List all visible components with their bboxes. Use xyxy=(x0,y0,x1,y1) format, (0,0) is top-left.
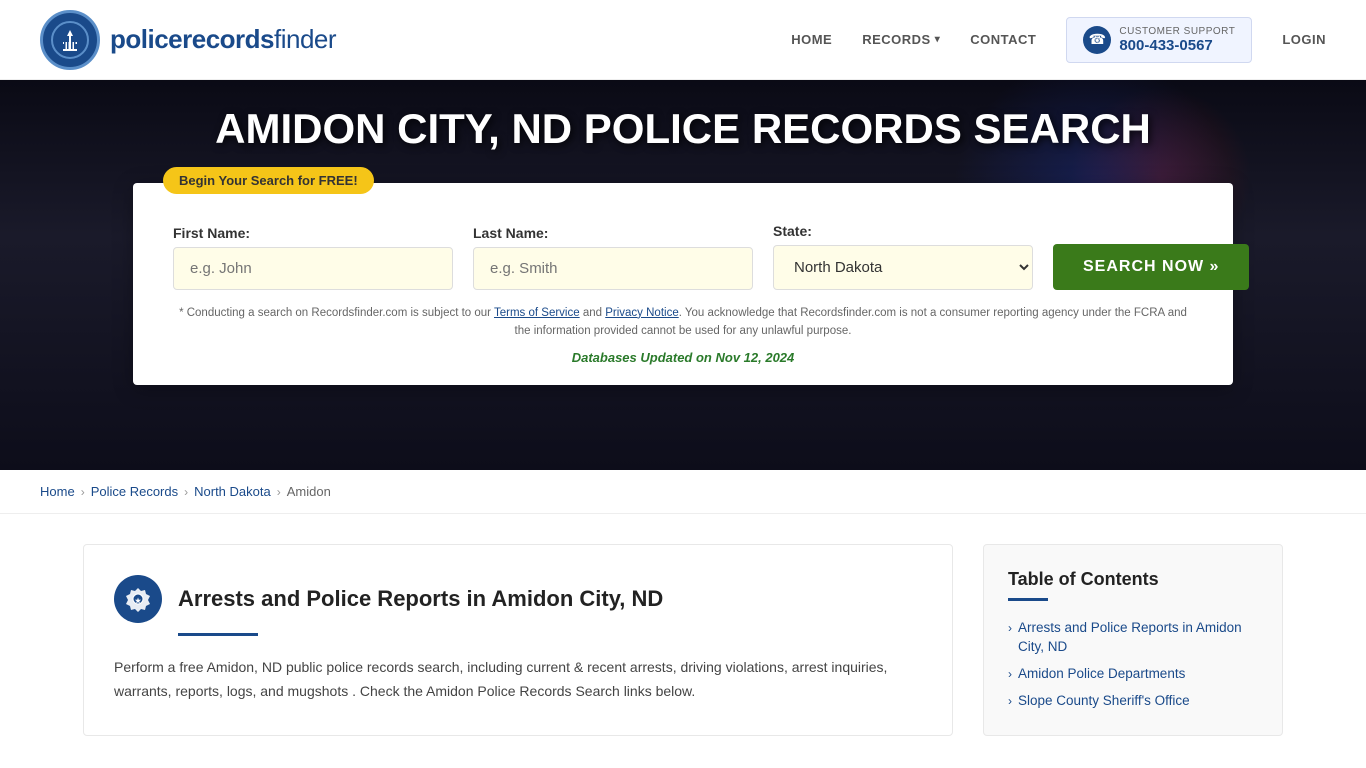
logo-icon xyxy=(40,10,100,70)
article-underline xyxy=(178,633,258,636)
chevron-down-icon: ▾ xyxy=(935,34,941,45)
cs-phone: 800-433-0567 xyxy=(1119,37,1235,54)
toc-item: › Amidon Police Departments xyxy=(1008,665,1258,684)
search-disclaimer: * Conducting a search on Recordsfinder.c… xyxy=(173,304,1193,341)
customer-support-box: ☎ CUSTOMER SUPPORT 800-433-0567 xyxy=(1066,17,1252,63)
article-title: Arrests and Police Reports in Amidon Cit… xyxy=(178,586,663,612)
search-button[interactable]: SEARCH NOW » xyxy=(1053,244,1249,290)
state-group: State: AlabamaAlaskaArizonaArkansasCalif… xyxy=(773,223,1033,290)
last-name-label: Last Name: xyxy=(473,225,753,241)
nav-contact[interactable]: CONTACT xyxy=(970,32,1036,47)
hero-section: AMIDON CITY, ND POLICE RECORDS SEARCH Be… xyxy=(0,80,1366,470)
nav-records[interactable]: RECORDS ▾ xyxy=(862,32,940,47)
breadcrumb-home[interactable]: Home xyxy=(40,484,75,499)
state-select[interactable]: AlabamaAlaskaArizonaArkansasCaliforniaCo… xyxy=(773,245,1033,290)
toc-link[interactable]: Arrests and Police Reports in Amidon Cit… xyxy=(1018,619,1258,657)
logo-text: policerecordsfinder xyxy=(110,24,336,55)
customer-support-text: CUSTOMER SUPPORT 800-433-0567 xyxy=(1119,26,1235,54)
content-left: ★ Arrests and Police Reports in Amidon C… xyxy=(83,544,953,736)
first-name-group: First Name: xyxy=(173,225,453,290)
main-content: ★ Arrests and Police Reports in Amidon C… xyxy=(43,514,1323,766)
first-name-input[interactable] xyxy=(173,247,453,290)
toc-link[interactable]: Amidon Police Departments xyxy=(1018,665,1185,684)
breadcrumb-north-dakota[interactable]: North Dakota xyxy=(194,484,271,499)
cs-label: CUSTOMER SUPPORT xyxy=(1119,26,1235,37)
tos-link[interactable]: Terms of Service xyxy=(494,307,580,319)
breadcrumb-police-records[interactable]: Police Records xyxy=(91,484,178,499)
nav-login[interactable]: LOGIN xyxy=(1282,32,1326,47)
breadcrumb-current: Amidon xyxy=(287,484,331,499)
toc-list: › Arrests and Police Reports in Amidon C… xyxy=(1008,619,1258,711)
toc-title: Table of Contents xyxy=(1008,569,1258,590)
last-name-input[interactable] xyxy=(473,247,753,290)
article-header: ★ Arrests and Police Reports in Amidon C… xyxy=(114,575,922,623)
search-container: Begin Your Search for FREE! First Name: … xyxy=(133,183,1233,386)
toc-divider xyxy=(1008,598,1048,601)
breadcrumb-sep-1: › xyxy=(81,485,85,499)
badge-icon: ★ xyxy=(114,575,162,623)
privacy-link[interactable]: Privacy Notice xyxy=(605,307,679,319)
toc-link[interactable]: Slope County Sheriff's Office xyxy=(1018,692,1190,711)
hero-title: AMIDON CITY, ND POLICE RECORDS SEARCH xyxy=(175,105,1191,153)
toc-chevron-icon: › xyxy=(1008,694,1012,708)
toc-item: › Arrests and Police Reports in Amidon C… xyxy=(1008,619,1258,657)
toc-item: › Slope County Sheriff's Office xyxy=(1008,692,1258,711)
breadcrumb-sep-2: › xyxy=(184,485,188,499)
toc-chevron-icon: › xyxy=(1008,667,1012,681)
breadcrumb-sep-3: › xyxy=(277,485,281,499)
last-name-group: Last Name: xyxy=(473,225,753,290)
svg-text:★: ★ xyxy=(135,597,142,605)
first-name-label: First Name: xyxy=(173,225,453,241)
db-updated: Databases Updated on Nov 12, 2024 xyxy=(173,350,1193,365)
phone-icon: ☎ xyxy=(1083,26,1111,54)
breadcrumb: Home › Police Records › North Dakota › A… xyxy=(0,470,1366,514)
toc-chevron-icon: › xyxy=(1008,621,1012,635)
nav-home[interactable]: HOME xyxy=(791,32,832,47)
content-right: Table of Contents › Arrests and Police R… xyxy=(983,544,1283,736)
state-label: State: xyxy=(773,223,1033,239)
main-nav: HOME RECORDS ▾ CONTACT ☎ CUSTOMER SUPPOR… xyxy=(791,17,1326,63)
free-badge: Begin Your Search for FREE! xyxy=(163,167,374,194)
search-form: First Name: Last Name: State: AlabamaAla… xyxy=(173,223,1193,290)
site-header: policerecordsfinder HOME RECORDS ▾ CONTA… xyxy=(0,0,1366,80)
logo-area: policerecordsfinder xyxy=(40,10,336,70)
article-body: Perform a free Amidon, ND public police … xyxy=(114,656,922,704)
